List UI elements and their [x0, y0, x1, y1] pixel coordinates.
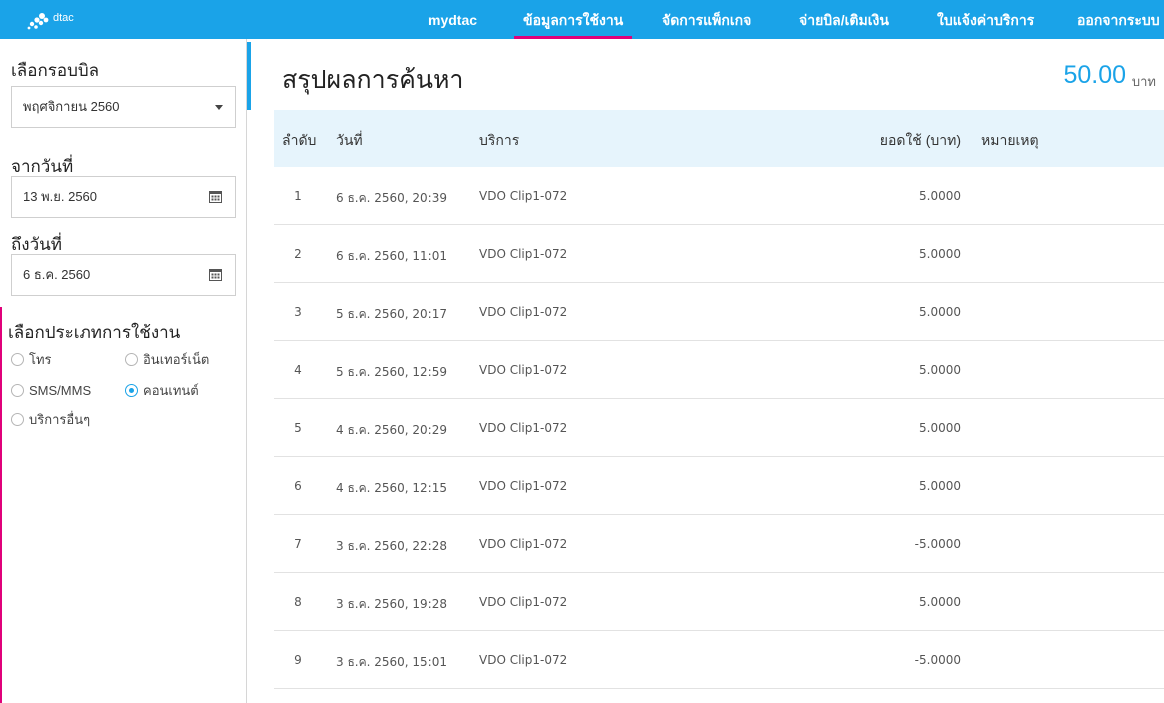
cell-service: VDO Clip1-072	[479, 537, 568, 551]
cell-amount: 5.0000	[919, 189, 961, 203]
radio-sms-mms-label: SMS/MMS	[29, 383, 92, 398]
table-row: 3 5 ธ.ค. 2560, 20:17 VDO Clip1-072 5.0000	[274, 283, 1164, 341]
from-date-field[interactable]: 13 พ.ย. 2560	[11, 176, 236, 218]
cell-amount: 5.0000	[919, 421, 961, 435]
total-amount: 50.00	[1063, 61, 1126, 89]
cell-no: 9	[294, 653, 302, 667]
radio-circle-icon	[11, 384, 24, 397]
title-accent-bar	[247, 42, 251, 110]
cell-date: 6 ธ.ค. 2560, 20:39	[336, 191, 447, 205]
total-unit: บาท	[1131, 74, 1156, 89]
table-row: 1 6 ธ.ค. 2560, 20:39 VDO Clip1-072 5.0000	[274, 167, 1164, 225]
radio-internet-label: อินเทอร์เน็ต	[143, 352, 210, 367]
filter-sidebar: เลือกรอบบิล พฤศจิกายน 2560 จากวันที่ 13 …	[0, 39, 247, 703]
usage-type-label: เลือกประเภทการใช้งาน	[8, 323, 181, 342]
table-row: 8 3 ธ.ค. 2560, 19:28 VDO Clip1-072 5.0000	[274, 573, 1164, 631]
nav-manage-package[interactable]: จัดการแพ็กเกจ	[662, 0, 751, 39]
sidebar-accent-line	[0, 307, 2, 703]
table-row: 4 5 ธ.ค. 2560, 12:59 VDO Clip1-072 5.0000	[274, 341, 1164, 399]
cell-no: 2	[294, 247, 302, 261]
nav-usage-info[interactable]: ข้อมูลการใช้งาน	[513, 0, 633, 39]
cell-service: VDO Clip1-072	[479, 363, 568, 377]
cell-service: VDO Clip1-072	[479, 595, 568, 609]
to-date-value: 6 ธ.ค. 2560	[23, 267, 91, 282]
cell-service: VDO Clip1-072	[479, 247, 568, 261]
nav-logout[interactable]: ออกจากระบบ	[1077, 0, 1160, 39]
cell-date: 3 ธ.ค. 2560, 22:28	[336, 539, 447, 553]
cell-no: 6	[294, 479, 302, 493]
column-header-note: หมายเหตุ	[981, 132, 1039, 148]
bill-cycle-value: พฤศจิกายน 2560	[23, 99, 120, 114]
nav-invoice[interactable]: ใบแจ้งค่าบริการ	[937, 0, 1034, 39]
radio-content-label: คอนเทนต์	[143, 383, 199, 398]
column-header-amount: ยอดใช้ (บาท)	[879, 132, 961, 148]
cell-amount: 5.0000	[919, 363, 961, 377]
cell-no: 3	[294, 305, 302, 319]
cell-no: 1	[294, 189, 302, 203]
cell-date: 3 ธ.ค. 2560, 19:28	[336, 597, 447, 611]
cell-service: VDO Clip1-072	[479, 653, 568, 667]
radio-checked-icon	[125, 384, 138, 397]
cell-date: 5 ธ.ค. 2560, 12:59	[336, 365, 447, 379]
cell-amount: 5.0000	[919, 479, 961, 493]
table-row: 7 3 ธ.ค. 2560, 22:28 VDO Clip1-072 -5.0000	[274, 515, 1164, 573]
radio-circle-icon	[11, 353, 24, 366]
radio-call-label: โทร	[29, 352, 52, 367]
cell-service: VDO Clip1-072	[479, 305, 568, 319]
nav-mydtac[interactable]: mydtac	[428, 0, 477, 39]
bill-cycle-select[interactable]: พฤศจิกายน 2560	[11, 86, 236, 128]
table-row: 9 3 ธ.ค. 2560, 15:01 VDO Clip1-072 -5.0000	[274, 631, 1164, 689]
table-row: 2 6 ธ.ค. 2560, 11:01 VDO Clip1-072 5.0000	[274, 225, 1164, 283]
cell-date: 5 ธ.ค. 2560, 20:17	[336, 307, 447, 321]
calendar-icon[interactable]	[209, 190, 222, 203]
usage-table-body: 1 6 ธ.ค. 2560, 20:39 VDO Clip1-072 5.0000 2 6…	[274, 167, 1164, 689]
dtac-logo-icon	[27, 13, 49, 30]
page-title: สรุปผลการค้นหา	[282, 66, 464, 94]
from-date-value: 13 พ.ย. 2560	[23, 189, 98, 204]
top-navigation-bar: dtac mydtac ข้อมูลการใช้งาน จัดการแพ็กเก…	[0, 0, 1164, 39]
cell-no: 7	[294, 537, 302, 551]
cell-date: 4 ธ.ค. 2560, 20:29	[336, 423, 447, 437]
cell-amount: 5.0000	[919, 305, 961, 319]
cell-service: VDO Clip1-072	[479, 189, 568, 203]
table-row: 6 4 ธ.ค. 2560, 12:15 VDO Clip1-072 5.0000	[274, 457, 1164, 515]
calendar-icon[interactable]	[209, 268, 222, 281]
table-header: ลำดับ วันที่ บริการ ยอดใช้ (บาท) หมายเหต…	[274, 110, 1164, 167]
logo-text: dtac	[53, 12, 74, 24]
column-header-service: บริการ	[479, 132, 520, 148]
column-header-no: ลำดับ	[282, 132, 317, 148]
radio-circle-icon	[125, 353, 138, 366]
cell-service: VDO Clip1-072	[479, 421, 568, 435]
column-header-date: วันที่	[336, 132, 363, 148]
cell-date: 4 ธ.ค. 2560, 12:15	[336, 481, 447, 495]
cell-date: 3 ธ.ค. 2560, 15:01	[336, 655, 447, 669]
cell-no: 5	[294, 421, 302, 435]
cell-no: 8	[294, 595, 302, 609]
chevron-down-icon	[215, 105, 223, 110]
cell-amount: -5.0000	[914, 537, 961, 551]
cell-amount: 5.0000	[919, 247, 961, 261]
table-row: 5 4 ธ.ค. 2560, 20:29 VDO Clip1-072 5.0000	[274, 399, 1164, 457]
results-panel: สรุปผลการค้นหา 50.00 บาท ลำดับ วันที่ บร…	[247, 39, 1164, 703]
cell-amount: 5.0000	[919, 595, 961, 609]
nav-pay-topup[interactable]: จ่ายบิล/เติมเงิน	[799, 0, 889, 39]
dtac-logo[interactable]: dtac	[26, 9, 86, 31]
to-date-field[interactable]: 6 ธ.ค. 2560	[11, 254, 236, 296]
radio-circle-icon	[11, 413, 24, 426]
cell-amount: -5.0000	[914, 653, 961, 667]
cell-date: 6 ธ.ค. 2560, 11:01	[336, 249, 447, 263]
cell-no: 4	[294, 363, 302, 377]
cell-service: VDO Clip1-072	[479, 479, 568, 493]
bill-cycle-label: เลือกรอบบิล	[11, 61, 100, 80]
radio-other-services-label: บริการอื่นๆ	[29, 412, 91, 427]
